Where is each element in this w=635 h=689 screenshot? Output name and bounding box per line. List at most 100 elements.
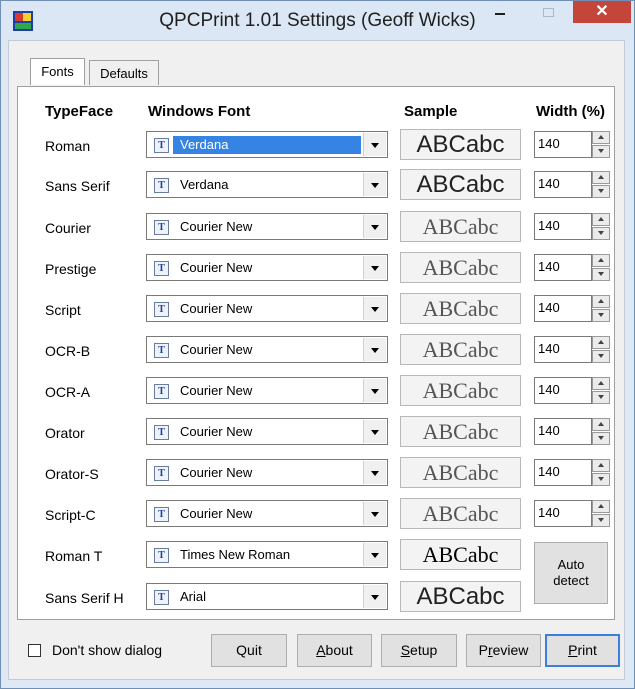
- chevron-down-icon[interactable]: [363, 379, 386, 402]
- width-spinner-script[interactable]: [592, 295, 610, 322]
- font-select-courier[interactable]: T Courier New: [146, 213, 388, 240]
- about-button[interactable]: About: [297, 634, 372, 667]
- spin-down-icon[interactable]: [592, 514, 610, 527]
- truetype-font-icon: T: [154, 466, 169, 481]
- spin-down-icon[interactable]: [592, 391, 610, 404]
- width-spinner-ocr-a[interactable]: [592, 377, 610, 404]
- width-input-script[interactable]: 140: [534, 295, 592, 322]
- font-select-orator-s[interactable]: T Courier New: [146, 459, 388, 486]
- truetype-font-icon: T: [154, 425, 169, 440]
- width-input-script-c[interactable]: 140: [534, 500, 592, 527]
- typeface-label-script-c: Script-C: [45, 507, 96, 523]
- width-spinner-script-c[interactable]: [592, 500, 610, 527]
- auto-detect-button[interactable]: Auto detect: [534, 542, 608, 604]
- auto-detect-label-line1: Auto: [557, 557, 585, 572]
- width-spinner-sans-serif[interactable]: [592, 171, 610, 198]
- chevron-down-icon[interactable]: [363, 338, 386, 361]
- width-spinner-ocr-b[interactable]: [592, 336, 610, 363]
- quit-button[interactable]: Quit: [211, 634, 287, 667]
- font-select-sans-serif-h[interactable]: T Arial: [146, 583, 388, 610]
- spin-down-icon[interactable]: [592, 185, 610, 198]
- width-input-roman[interactable]: 140: [534, 131, 592, 158]
- width-spinner-orator[interactable]: [592, 418, 610, 445]
- chevron-down-icon[interactable]: [363, 215, 386, 238]
- typeface-label-sans-serif: Sans Serif: [45, 178, 110, 194]
- spin-up-icon[interactable]: [592, 418, 610, 431]
- preview-label-first: P: [478, 642, 488, 658]
- spin-down-icon[interactable]: [592, 145, 610, 158]
- typeface-column-header: TypeFace: [45, 103, 114, 120]
- width-spinner-prestige[interactable]: [592, 254, 610, 281]
- width-input-ocr-a[interactable]: 140: [534, 377, 592, 404]
- font-select-orator[interactable]: T Courier New: [146, 418, 388, 445]
- width-input-ocr-b[interactable]: 140: [534, 336, 592, 363]
- width-input-prestige[interactable]: 140: [534, 254, 592, 281]
- font-select-script[interactable]: T Courier New: [146, 295, 388, 322]
- font-select-roman[interactable]: T Verdana: [146, 131, 388, 158]
- font-select-value: Verdana: [180, 177, 229, 192]
- spin-down-icon[interactable]: [592, 227, 610, 240]
- spin-up-icon[interactable]: [592, 336, 610, 349]
- font-select-value: Courier New: [180, 506, 253, 521]
- spin-up-icon[interactable]: [592, 295, 610, 308]
- spin-down-icon[interactable]: [592, 350, 610, 363]
- chevron-down-icon[interactable]: [363, 173, 386, 196]
- dont-show-dialog-label[interactable]: Don't show dialog: [52, 642, 162, 658]
- print-button[interactable]: Print: [545, 634, 620, 667]
- chevron-down-icon[interactable]: [363, 461, 386, 484]
- width-spinner-courier[interactable]: [592, 213, 610, 240]
- typeface-label-ocr-a: OCR-A: [45, 384, 91, 400]
- print-label-rest: rint: [577, 642, 597, 658]
- close-button[interactable]: ✕: [573, 1, 631, 23]
- truetype-font-icon: T: [154, 548, 169, 563]
- width-input-orator-s[interactable]: 140: [534, 459, 592, 486]
- spin-down-icon[interactable]: [592, 432, 610, 445]
- width-input-sans-serif[interactable]: 140: [534, 171, 592, 198]
- sample-preview-script: ABCabc: [400, 293, 521, 324]
- spin-down-icon[interactable]: [592, 473, 610, 486]
- typeface-label-orator: Orator: [45, 425, 85, 441]
- font-select-script-c[interactable]: T Courier New: [146, 500, 388, 527]
- chevron-down-icon[interactable]: [363, 133, 386, 156]
- chevron-down-icon[interactable]: [363, 297, 386, 320]
- chevron-down-icon[interactable]: [363, 502, 386, 525]
- title-bar[interactable]: QPCPrint 1.01 Settings (Geoff Wicks) ✕: [1, 1, 634, 41]
- truetype-font-icon: T: [154, 178, 169, 193]
- sample-preview-sans-serif: ABCabc: [400, 169, 521, 200]
- sample-preview-prestige: ABCabc: [400, 252, 521, 283]
- chevron-down-icon[interactable]: [363, 543, 386, 566]
- chevron-down-icon[interactable]: [363, 256, 386, 279]
- font-select-prestige[interactable]: T Courier New: [146, 254, 388, 281]
- typeface-label-ocr-b: OCR-B: [45, 343, 91, 359]
- font-select-ocr-a[interactable]: T Courier New: [146, 377, 388, 404]
- spin-up-icon[interactable]: [592, 377, 610, 390]
- font-select-roman-t[interactable]: T Times New Roman: [146, 541, 388, 568]
- font-select-value: Courier New: [180, 383, 253, 398]
- about-label-rest: bout: [325, 642, 353, 658]
- width-input-orator[interactable]: 140: [534, 418, 592, 445]
- maximize-button[interactable]: [529, 1, 569, 23]
- spin-down-icon[interactable]: [592, 309, 610, 322]
- spin-up-icon[interactable]: [592, 171, 610, 184]
- sample-preview-roman: ABCabc: [400, 129, 521, 160]
- tab-defaults[interactable]: Defaults: [89, 60, 159, 85]
- spin-up-icon[interactable]: [592, 131, 610, 144]
- setup-button[interactable]: Setup: [381, 634, 457, 667]
- spin-up-icon[interactable]: [592, 213, 610, 226]
- width-spinner-roman[interactable]: [592, 131, 610, 158]
- font-select-value: Times New Roman: [180, 547, 291, 562]
- font-select-sans-serif[interactable]: T Verdana: [146, 171, 388, 198]
- tab-fonts[interactable]: Fonts: [30, 58, 85, 85]
- minimize-button[interactable]: [479, 1, 523, 23]
- spin-up-icon[interactable]: [592, 254, 610, 267]
- chevron-down-icon[interactable]: [363, 585, 386, 608]
- preview-button[interactable]: Preview: [466, 634, 541, 667]
- dont-show-dialog-checkbox[interactable]: [28, 644, 41, 657]
- spin-up-icon[interactable]: [592, 500, 610, 513]
- font-select-ocr-b[interactable]: T Courier New: [146, 336, 388, 363]
- spin-down-icon[interactable]: [592, 268, 610, 281]
- width-input-courier[interactable]: 140: [534, 213, 592, 240]
- width-spinner-orator-s[interactable]: [592, 459, 610, 486]
- chevron-down-icon[interactable]: [363, 420, 386, 443]
- spin-up-icon[interactable]: [592, 459, 610, 472]
